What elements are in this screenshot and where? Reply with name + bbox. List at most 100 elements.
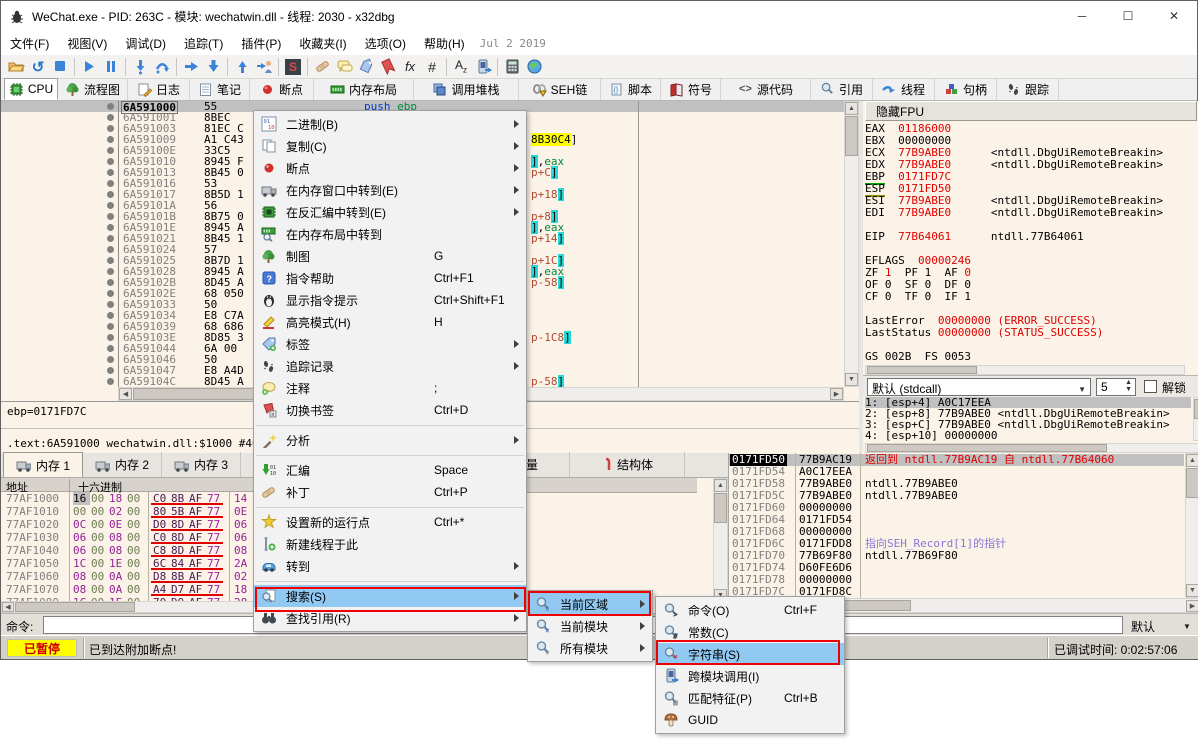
breakpoint-dot-icon[interactable]: [107, 257, 114, 264]
menu-6[interactable]: 选项(O): [356, 31, 415, 56]
menu-item-当前区域[interactable]: ▫当前区域: [528, 593, 652, 615]
menu-item-高亮模式(H)[interactable]: 高亮模式(H)H: [254, 311, 526, 333]
tab-内存 3[interactable]: 内存 3: [162, 452, 241, 477]
command-profile-select[interactable]: 默认: [1131, 618, 1155, 635]
tab-流程图[interactable]: 流程图: [58, 78, 128, 100]
maximize-button[interactable]: ☐: [1105, 1, 1151, 31]
menu-item-查找引用(R)[interactable]: 查找引用(R): [254, 607, 526, 629]
menu-item-二进制(B)[interactable]: 0110二进制(B): [254, 113, 526, 135]
tab-引用[interactable]: 引用: [811, 78, 873, 100]
comments-icon[interactable]: [333, 57, 355, 77]
menu-item-匹配特征(P)[interactable]: ▦匹配特征(P)Ctrl+B: [656, 687, 844, 709]
menu-item-设置新的运行点[interactable]: 设置新的运行点Ctrl+*: [254, 511, 526, 533]
menu-item-字符串(S)[interactable]: “字符串(S): [656, 643, 844, 665]
register-line[interactable]: EDI 77B9ABE0 <ntdll.DbgUiRemoteBreakin>: [865, 207, 1197, 219]
register-line[interactable]: GS 002B FS 0053: [865, 351, 1197, 363]
breakpoint-dot-icon[interactable]: [107, 378, 114, 385]
tab-SEH链[interactable]: SEH链: [519, 78, 601, 100]
menu-item-标签[interactable]: 标签: [254, 333, 526, 355]
calculator-icon[interactable]: [501, 57, 523, 77]
locals-vscrollbar[interactable]: ▲ ▼: [713, 478, 728, 603]
stack-row[interactable]: 0171FD7800000000: [729, 574, 1184, 586]
menu-item-在反汇编中转到(E)[interactable]: 在反汇编中转到(E): [254, 201, 526, 223]
breakpoint-dot-icon[interactable]: [107, 323, 114, 330]
breakpoint-dot-icon[interactable]: [107, 147, 114, 154]
tab-笔记[interactable]: 笔记: [190, 78, 250, 100]
args-vscrollbar[interactable]: [1193, 397, 1198, 441]
run-icon[interactable]: [78, 57, 100, 77]
breakpoint-dot-icon[interactable]: [107, 290, 114, 297]
menu-item-在内存布局中转到[interactable]: 在内存布局中转到: [254, 223, 526, 245]
patch-icon[interactable]: [311, 57, 333, 77]
breakpoint-dot-icon[interactable]: [107, 301, 114, 308]
minimize-button[interactable]: ─: [1059, 1, 1105, 31]
close-button[interactable]: ✕: [1151, 1, 1197, 31]
bookmarks-icon[interactable]: [377, 57, 399, 77]
stack-row[interactable]: 0171FD7077B69F80ntdll.77B69F80: [729, 550, 1184, 562]
registers-hscrollbar[interactable]: [865, 365, 1185, 375]
modules-icon[interactable]: [472, 57, 494, 77]
step-into-icon[interactable]: [129, 57, 151, 77]
arg-row[interactable]: 4: [esp+10] 00000000: [865, 430, 1191, 441]
breakpoint-dot-icon[interactable]: [107, 202, 114, 209]
step-out-icon[interactable]: [202, 57, 224, 77]
open-folder-icon[interactable]: [5, 57, 27, 77]
hash-icon[interactable]: #: [421, 57, 443, 77]
stack-row[interactable]: 0171FD74D60FE6D6: [729, 562, 1184, 574]
execute-till-return-icon[interactable]: [231, 57, 253, 77]
menu-7[interactable]: 帮助(H): [415, 31, 474, 56]
stack-row[interactable]: 0171FD5C77B9ABE0ntdll.77B9ABE0: [729, 490, 1184, 502]
register-line[interactable]: EIP 77B64061 ntdll.77B64061: [865, 231, 1197, 243]
a-z-icon[interactable]: Az: [450, 57, 472, 77]
breakpoint-dot-icon[interactable]: [107, 114, 114, 121]
menu-item-当前模块[interactable]: ✕当前模块: [528, 615, 652, 637]
menu-item-在内存窗口中转到(E)[interactable]: 在内存窗口中转到(E): [254, 179, 526, 201]
restart-icon[interactable]: ↺: [27, 57, 49, 77]
menu-2[interactable]: 调试(D): [116, 31, 175, 56]
menu-item-汇编[interactable]: 0110汇编Space: [254, 459, 526, 481]
register-line[interactable]: LastStatus 00000000 (STATUS_SUCCESS): [865, 327, 1197, 339]
menu-item-追踪记录[interactable]: 追踪记录: [254, 355, 526, 377]
menu-5[interactable]: 收藏夹(I): [290, 31, 355, 56]
menu-1[interactable]: 视图(V): [58, 31, 116, 56]
pause-icon[interactable]: [100, 57, 122, 77]
tab-跟踪[interactable]: 跟踪: [997, 78, 1059, 100]
tab-内存 1[interactable]: 内存 1: [3, 452, 83, 477]
functions-fx-icon[interactable]: fx: [399, 57, 421, 77]
menu-item-转到[interactable]: 转到: [254, 555, 526, 577]
menu-item-指令帮助[interactable]: ?指令帮助Ctrl+F1: [254, 267, 526, 289]
tab-调用堆栈[interactable]: 调用堆栈: [414, 78, 519, 100]
menu-item-命令(O)[interactable]: >命令(O)Ctrl+F: [656, 599, 844, 621]
menu-item-分析[interactable]: 分析: [254, 429, 526, 451]
unlock-checkbox[interactable]: [1144, 380, 1157, 393]
menu-item-注释[interactable]: 注释;: [254, 377, 526, 399]
breakpoint-dot-icon[interactable]: [107, 224, 114, 231]
tab-日志[interactable]: 日志: [128, 78, 190, 100]
breakpoint-dot-icon[interactable]: [107, 235, 114, 242]
menu-item-补丁[interactable]: 补丁Ctrl+P: [254, 481, 526, 503]
stack-panel[interactable]: 0171FD5077B9AC19返回到 ntdll.77B9AC19 自 ntd…: [728, 453, 1198, 613]
breakpoint-dot-icon[interactable]: [107, 103, 114, 110]
menu-4[interactable]: 插件(P): [232, 31, 290, 56]
labels-icon[interactable]: [355, 57, 377, 77]
menu-item-切换书签[interactable]: n切换书签Ctrl+D: [254, 399, 526, 421]
calling-convention-select[interactable]: 默认 (stdcall)▼: [867, 378, 1091, 396]
tab-句柄[interactable]: 句柄: [935, 78, 997, 100]
stack-row[interactable]: 0171FD640171FD54: [729, 514, 1184, 526]
tab-CPU[interactable]: CPU: [4, 78, 58, 100]
stack-row[interactable]: 0171FD6000000000: [729, 502, 1184, 514]
breakpoint-dot-icon[interactable]: [107, 345, 114, 352]
breakpoint-dot-icon[interactable]: [107, 279, 114, 286]
tab-内存布局[interactable]: 内存布局: [314, 78, 414, 100]
tab-内存 2[interactable]: 内存 2: [83, 452, 162, 477]
menu-item-常数(C)[interactable]: #常数(C): [656, 621, 844, 643]
menu-item-搜索(S)[interactable]: 搜索(S): [254, 585, 526, 607]
menu-item-所有模块[interactable]: ✳所有模块: [528, 637, 652, 659]
breakpoint-dot-icon[interactable]: [107, 136, 114, 143]
menu-item-GUID[interactable]: GUID: [656, 709, 844, 731]
breakpoint-dot-icon[interactable]: [107, 213, 114, 220]
menu-item-断点[interactable]: 断点: [254, 157, 526, 179]
breakpoint-dot-icon[interactable]: [107, 169, 114, 176]
tab-线程[interactable]: 线程: [873, 78, 935, 100]
breakpoint-dot-icon[interactable]: [107, 180, 114, 187]
